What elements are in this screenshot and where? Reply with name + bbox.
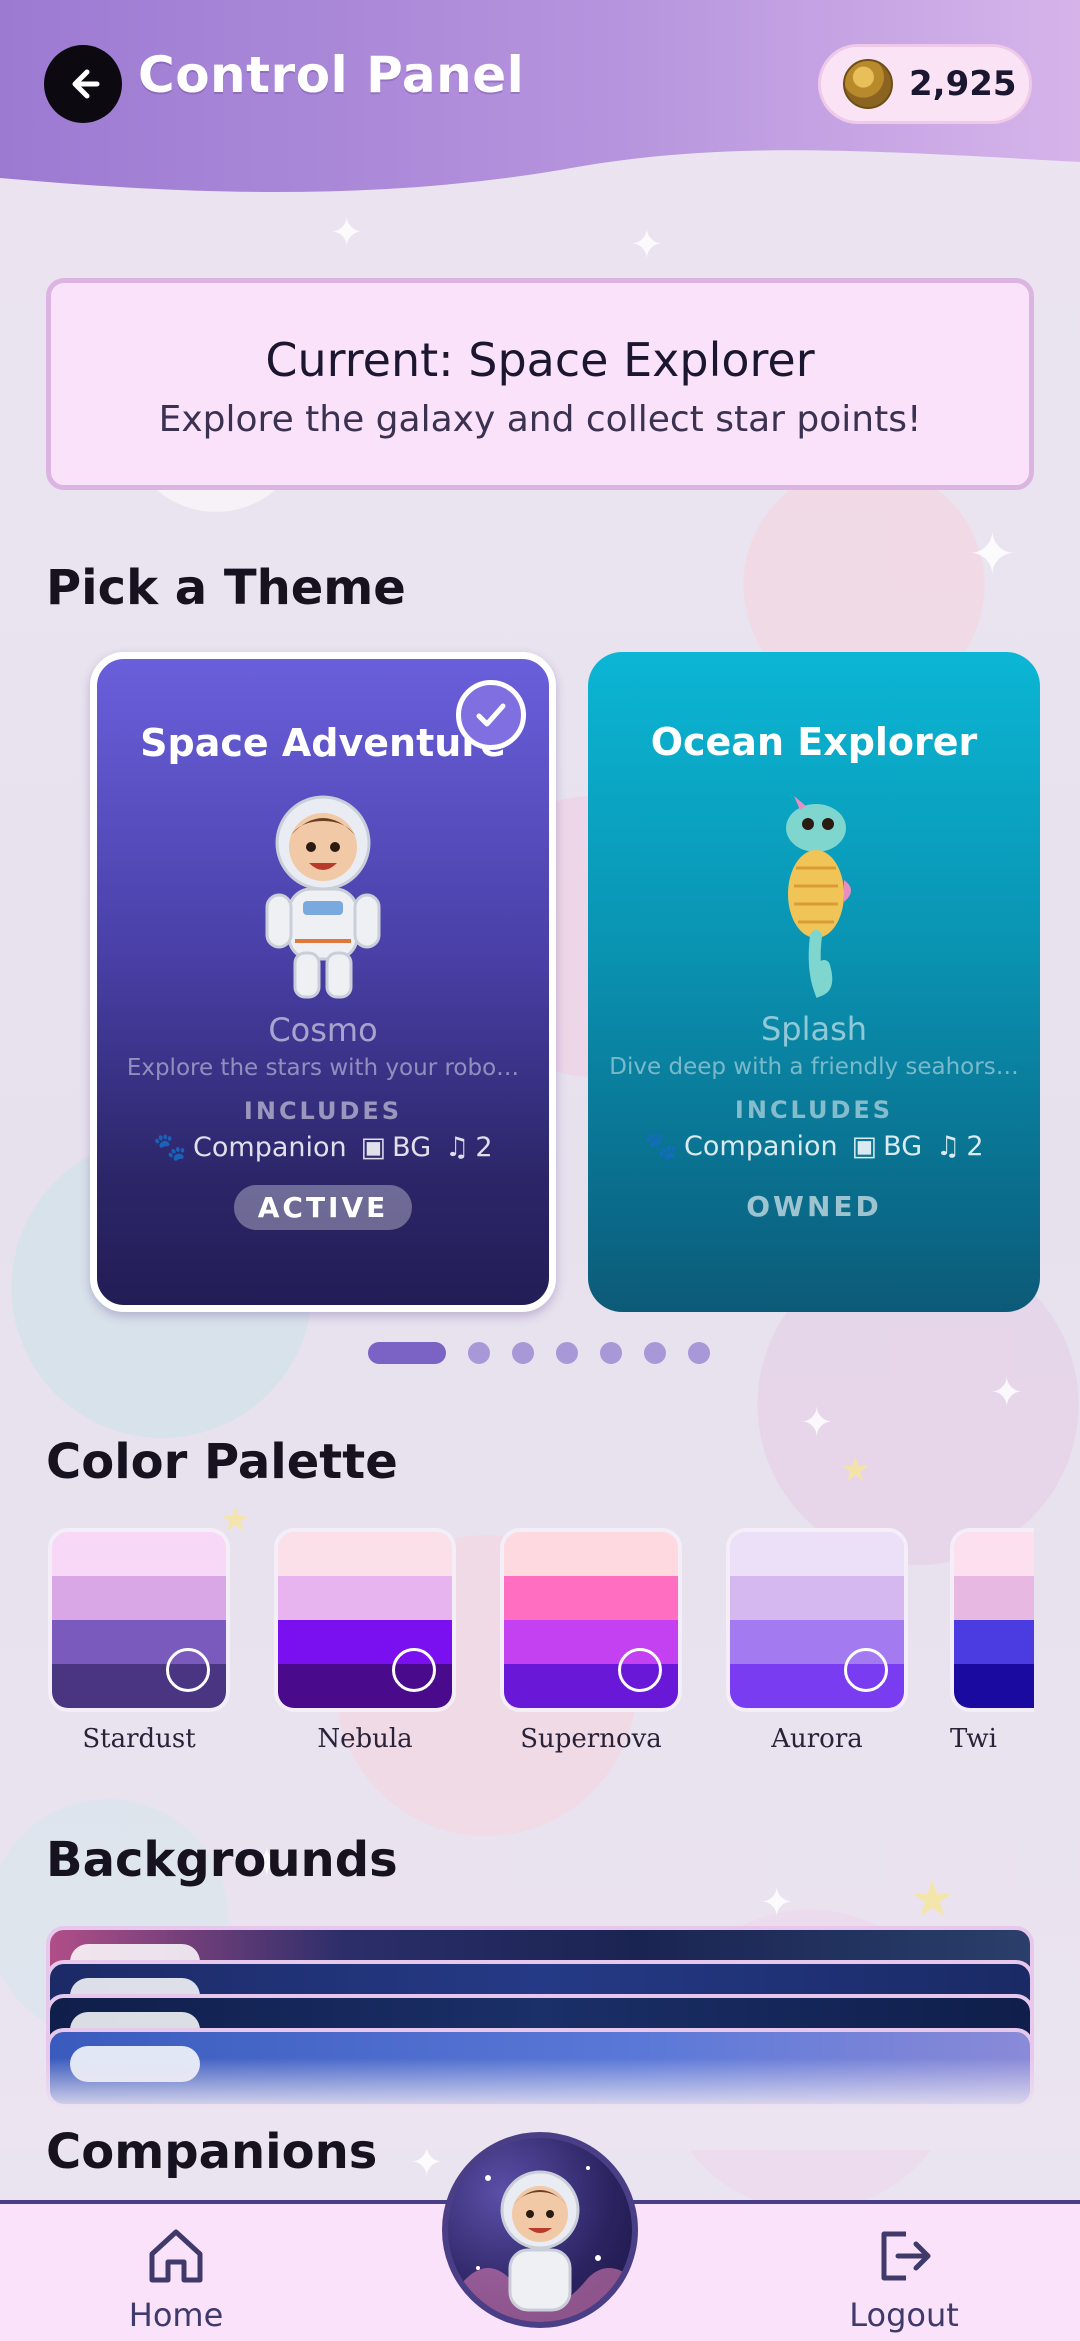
coin-balance[interactable]: 2,925 [818, 44, 1032, 124]
check-icon [476, 703, 506, 727]
sparkle-icon: ✦ [330, 210, 364, 256]
companion-name: Splash [760, 1010, 868, 1048]
companion-name: Cosmo [268, 1011, 378, 1049]
palette-color-band [504, 1532, 678, 1576]
palette-color-band [52, 1576, 226, 1620]
includes-label: INCLUDES [734, 1096, 894, 1124]
nav-home-label: Home [128, 2296, 224, 2334]
companion-label: Companion [684, 1130, 838, 1162]
palette-select-radio[interactable] [844, 1648, 888, 1692]
palette-option[interactable]: Stardust [48, 1528, 230, 1754]
image-icon: ▣ [360, 1131, 387, 1163]
palette-color-band [954, 1532, 1034, 1576]
carousel-dot[interactable] [512, 1342, 534, 1364]
palette-option[interactable]: Aurora [726, 1528, 908, 1754]
sparkle-icon: ✦ [968, 520, 1017, 588]
includes-row: 🐾 Companion ▣ BG ♫ 2 [588, 1130, 1040, 1163]
section-title-themes: Pick a Theme [46, 560, 406, 616]
paw-icon: 🐾 [644, 1131, 679, 1162]
carousel-dot[interactable] [600, 1342, 622, 1364]
sparkle-icon: ✦ [990, 1370, 1024, 1416]
palette-color-band [504, 1576, 678, 1620]
status-badge-active: ACTIVE [233, 1185, 413, 1230]
section-title-backgrounds: Backgrounds [46, 1832, 398, 1888]
carousel-dot[interactable] [368, 1342, 446, 1364]
back-button[interactable] [44, 45, 122, 123]
theme-name: Ocean Explorer [650, 720, 978, 764]
palette-swatch [274, 1528, 456, 1712]
status-badge-owned: OWNED [746, 1190, 882, 1223]
section-title-companions: Companions [46, 2124, 378, 2180]
carousel-dot[interactable] [556, 1342, 578, 1364]
palette-option[interactable]: Twi [950, 1528, 1034, 1754]
palette-color-band [278, 1532, 452, 1576]
palette-option[interactable]: Nebula [274, 1528, 456, 1754]
palette-color-band [730, 1532, 904, 1576]
seahorse-companion-image [744, 790, 884, 1000]
avatar [448, 2166, 632, 2322]
music-count: 2 [966, 1130, 984, 1162]
palette-swatch [48, 1528, 230, 1712]
palette-select-radio[interactable] [166, 1648, 210, 1692]
carousel-pagination [368, 1342, 710, 1364]
palette-name: Aurora [771, 1724, 863, 1754]
carousel-dot[interactable] [644, 1342, 666, 1364]
companion-label: Companion [193, 1131, 347, 1163]
palette-select-radio[interactable] [392, 1648, 436, 1692]
palette-name: Twi [950, 1724, 997, 1754]
includes-label: INCLUDES [243, 1097, 403, 1125]
palette-color-band [52, 1532, 226, 1576]
bg-label: BG [883, 1130, 923, 1162]
selected-check-badge [456, 680, 526, 750]
sparkle-icon: ✦ [760, 1880, 794, 1926]
paw-icon: 🐾 [153, 1132, 188, 1163]
sparkle-icon: ★ [840, 1450, 871, 1490]
palette-name: Supernova [520, 1724, 662, 1754]
sparkle-icon: ✦ [630, 222, 664, 268]
astronaut-companion-image [253, 791, 393, 1001]
carousel-dot[interactable] [468, 1342, 490, 1364]
palette-name: Stardust [82, 1724, 196, 1754]
logout-icon [881, 2231, 931, 2281]
palette-color-band [278, 1576, 452, 1620]
palette-swatch [950, 1528, 1034, 1712]
home-icon [149, 2229, 203, 2283]
palette-option[interactable]: Supernova [500, 1528, 682, 1754]
back-arrow-icon [72, 69, 100, 99]
image-icon: ▣ [851, 1130, 878, 1162]
theme-card-ocean-explorer[interactable]: Ocean Explorer Splash Dive deep with a f… [588, 652, 1040, 1312]
nav-home-button[interactable]: Home [86, 2224, 266, 2334]
includes-row: 🐾 Companion ▣ BG ♫ 2 [97, 1131, 549, 1164]
profile-avatar-button[interactable] [442, 2132, 638, 2328]
sparkle-icon: ★ [910, 1870, 955, 1928]
coin-count: 2,925 [909, 64, 1017, 104]
current-theme-banner: Current: Space Explorer Explore the gala… [46, 278, 1034, 490]
palette-swatch [500, 1528, 682, 1712]
palette-color-band [954, 1576, 1034, 1620]
music-count: 2 [475, 1131, 493, 1163]
palette-select-radio[interactable] [618, 1648, 662, 1692]
bg-label: BG [392, 1131, 432, 1163]
theme-description: Dive deep with a friendly seahors… [609, 1054, 1019, 1080]
page-title: Control Panel [138, 46, 525, 104]
nav-logout-label: Logout [849, 2296, 959, 2334]
current-theme-subtitle: Explore the galaxy and collect star poin… [158, 399, 922, 440]
palette-swatch [726, 1528, 908, 1712]
palette-color-band [730, 1576, 904, 1620]
palette-color-band [954, 1664, 1034, 1708]
current-theme-title: Current: Space Explorer [265, 333, 815, 387]
carousel-dot[interactable] [688, 1342, 710, 1364]
palette-name: Nebula [317, 1724, 413, 1754]
palette-color-band [954, 1620, 1034, 1664]
music-icon: ♫ [445, 1131, 470, 1163]
theme-card-space-adventure[interactable]: Space Adventure Cosmo Explore the stars … [90, 652, 556, 1312]
theme-description: Explore the stars with your robo… [126, 1055, 520, 1081]
section-title-palette: Color Palette [46, 1434, 398, 1490]
music-icon: ♫ [936, 1130, 961, 1162]
coin-icon [843, 59, 893, 109]
sparkle-icon: ✦ [800, 1400, 834, 1446]
nav-logout-button[interactable]: Logout [814, 2224, 994, 2334]
